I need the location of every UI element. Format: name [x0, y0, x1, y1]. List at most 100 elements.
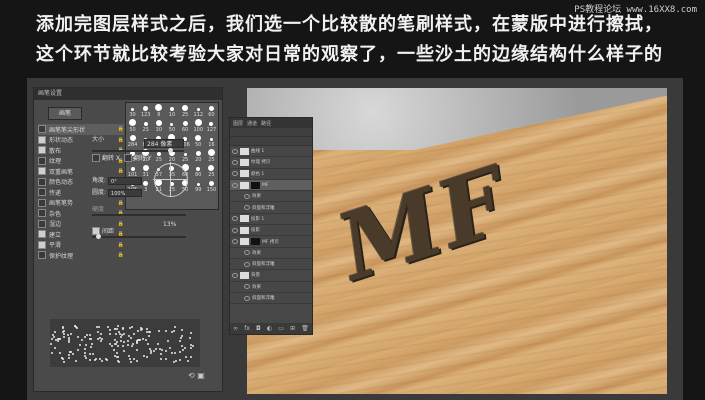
brush-tip[interactable]: 25	[179, 103, 192, 118]
layer-row[interactable]: 颜色 1	[230, 169, 312, 180]
hardness-slider[interactable]	[92, 214, 186, 216]
brush-option-checkbox[interactable]	[38, 167, 46, 176]
layers-toolbar[interactable]	[230, 128, 312, 137]
lock-icon[interactable]: 🔒	[118, 168, 124, 174]
eye-icon[interactable]	[232, 239, 238, 245]
flip-y-box[interactable]	[124, 153, 132, 162]
brush-option-0[interactable]: 画笔笔尖形状 🔒	[38, 124, 124, 135]
layer-row[interactable]: 纹理 拷贝	[230, 157, 312, 169]
new-layer-icon[interactable]: ⊞	[290, 325, 295, 332]
layer-row[interactable]: MF	[230, 179, 312, 192]
brush-option-checkbox[interactable]	[38, 146, 46, 155]
brush-tip[interactable]: 60	[205, 103, 218, 118]
brush-option-checkbox[interactable]	[38, 219, 46, 228]
layer-row[interactable]: 斜面和浮雕	[230, 293, 312, 305]
brush-tip[interactable]: 10	[165, 103, 178, 118]
link-icon[interactable]: ∞	[233, 325, 238, 332]
layer-row[interactable]: 斜面和浮雕	[230, 259, 312, 271]
mask-icon[interactable]: ◘	[256, 325, 261, 332]
layer-row[interactable]: 背景	[230, 270, 312, 282]
brush-tip[interactable]: 25	[139, 118, 152, 133]
brush-tip[interactable]: 25	[205, 163, 218, 178]
brush-tip[interactable]: 127	[205, 118, 218, 133]
eye-icon[interactable]	[232, 216, 238, 222]
layer-row[interactable]: 效果	[230, 282, 312, 293]
eye-icon[interactable]	[244, 205, 250, 211]
brush-tip[interactable]: 99	[192, 178, 205, 193]
angle-field[interactable]: 角度: 0°	[92, 175, 143, 185]
angle-roundness-widget[interactable]	[153, 162, 188, 197]
eye-icon[interactable]	[244, 295, 250, 301]
eye-icon[interactable]	[232, 227, 238, 233]
layer-row[interactable]: 效果	[230, 191, 312, 203]
layer-row[interactable]: 曲线 1	[230, 146, 312, 158]
brush-tip[interactable]: 25	[205, 148, 218, 163]
brush-tip[interactable]: 50	[165, 118, 178, 133]
brush-option-checkbox[interactable]	[38, 177, 46, 186]
brush-option-checkbox[interactable]	[38, 125, 46, 134]
eye-icon[interactable]	[232, 272, 238, 278]
eye-icon[interactable]	[244, 193, 250, 199]
trash-icon[interactable]: 🗑	[301, 325, 309, 332]
brush-tip[interactable]: 123	[139, 103, 152, 118]
layers-tab-2[interactable]: 路径	[261, 120, 271, 127]
layers-panel-tabs[interactable]: 图层 通道 路径	[230, 118, 312, 128]
layer-row[interactable]: 投影	[230, 225, 312, 237]
lock-icon[interactable]: 🔒	[118, 252, 124, 258]
brush-size-field[interactable]: 284 像素	[144, 139, 184, 148]
lock-icon[interactable]: 🔒	[118, 200, 124, 206]
brush-option-checkbox[interactable]	[38, 209, 46, 218]
brush-tip[interactable]: 112	[192, 103, 205, 118]
brush-tip[interactable]: 8	[152, 103, 165, 118]
brush-option-checkbox[interactable]	[38, 188, 46, 197]
eye-icon[interactable]	[232, 182, 238, 188]
brush-option-7[interactable]: 画笔笔势 🔒	[38, 198, 124, 209]
adjustment-icon[interactable]: ◐	[267, 325, 272, 332]
flip-x-box[interactable]	[92, 153, 100, 162]
size-slider-knob[interactable]	[168, 148, 173, 153]
spacing-slider-knob[interactable]	[96, 234, 101, 239]
brush-option-checkbox[interactable]	[38, 135, 46, 144]
layer-row[interactable]: 投影 1	[230, 214, 312, 226]
lock-icon[interactable]: 🔒	[118, 126, 124, 132]
brush-tip[interactable]: 50	[192, 133, 205, 148]
brush-tip[interactable]: 50	[126, 118, 139, 133]
layer-row[interactable]: 效果	[230, 248, 312, 259]
flip-x-checkbox[interactable]: 翻转 X	[92, 153, 120, 162]
layers-blend-row[interactable]	[230, 137, 312, 146]
brush-option-checkbox[interactable]	[38, 251, 46, 260]
brush-tip[interactable]: 16	[205, 133, 218, 148]
panel-footer-icons[interactable]: ⟲ ▣	[188, 371, 205, 380]
brush-tip[interactable]: 150	[205, 178, 218, 193]
angle-input[interactable]: 0°	[108, 176, 143, 185]
layers-footer[interactable]: ∞ fx ◘ ◐ ▭ ⊞ 🗑	[230, 323, 312, 334]
brush-tip[interactable]: 100	[192, 118, 205, 133]
brush-tip[interactable]: 30	[152, 118, 165, 133]
flip-y-checkbox[interactable]: 翻转 Y	[124, 153, 152, 162]
spacing-value[interactable]: 13%	[163, 221, 176, 228]
fx-icon[interactable]: fx	[244, 325, 250, 332]
brush-option-checkbox[interactable]	[38, 156, 46, 165]
roundness-field[interactable]: 圆度: 100%	[92, 187, 143, 197]
layer-row[interactable]: 斜面和浮雕	[230, 202, 312, 214]
brush-tip[interactable]: 80	[192, 163, 205, 178]
brush-option-12[interactable]: 保护纹理 🔒	[38, 250, 124, 261]
eye-icon[interactable]	[232, 159, 238, 165]
layer-mask-thumbnail[interactable]	[251, 181, 260, 189]
eye-icon[interactable]	[244, 284, 250, 290]
brush-option-11[interactable]: 平滑 🔒	[38, 240, 124, 251]
eye-icon[interactable]	[232, 171, 238, 177]
brush-option-checkbox[interactable]	[38, 240, 46, 249]
brush-tip[interactable]: 30	[126, 103, 139, 118]
layer-mask-thumbnail[interactable]	[251, 238, 260, 246]
eye-icon[interactable]	[232, 148, 238, 154]
folder-icon[interactable]: ▭	[278, 325, 284, 332]
brush-tip[interactable]: 20	[192, 148, 205, 163]
brush-option-checkbox[interactable]	[38, 230, 46, 239]
layers-tab-0[interactable]: 图层	[233, 120, 243, 127]
lock-icon[interactable]: 🔒	[118, 242, 124, 248]
layers-tab-1[interactable]: 通道	[247, 120, 257, 127]
brush-tip[interactable]: 60	[179, 118, 192, 133]
eye-icon[interactable]	[244, 261, 250, 267]
roundness-input[interactable]: 100%	[108, 188, 143, 197]
